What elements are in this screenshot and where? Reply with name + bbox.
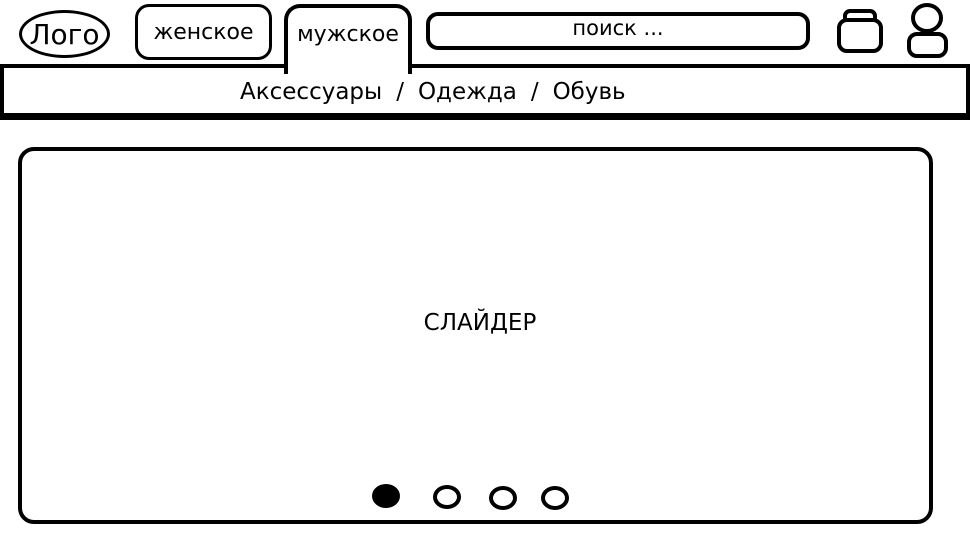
category-separator: /	[530, 79, 539, 105]
cart-icon	[837, 9, 883, 53]
slider-dot-3[interactable]	[489, 486, 517, 510]
cart-button[interactable]	[836, 8, 886, 54]
user-button[interactable]	[904, 2, 952, 60]
slider-label: СЛАЙДЕР	[423, 310, 537, 336]
category-separator: /	[396, 79, 404, 105]
category-link-clothing[interactable]: Одежда	[418, 79, 517, 105]
slider-dot-1[interactable]	[372, 484, 400, 508]
slider-dot-4[interactable]	[541, 486, 569, 510]
category-link-shoes[interactable]: Обувь	[553, 79, 626, 105]
search-input[interactable]	[426, 12, 810, 50]
logo[interactable]: Лого	[19, 10, 110, 58]
tab-men[interactable]: мужское	[284, 4, 412, 74]
category-link-accessories[interactable]: Аксессуары	[240, 79, 382, 105]
category-nav: Аксессуары / Одежда / Обувь	[240, 76, 626, 108]
header-bottom-line	[0, 113, 970, 117]
user-icon	[907, 3, 948, 58]
tab-women[interactable]: женское	[135, 4, 272, 60]
slider-dot-2[interactable]	[433, 485, 461, 509]
